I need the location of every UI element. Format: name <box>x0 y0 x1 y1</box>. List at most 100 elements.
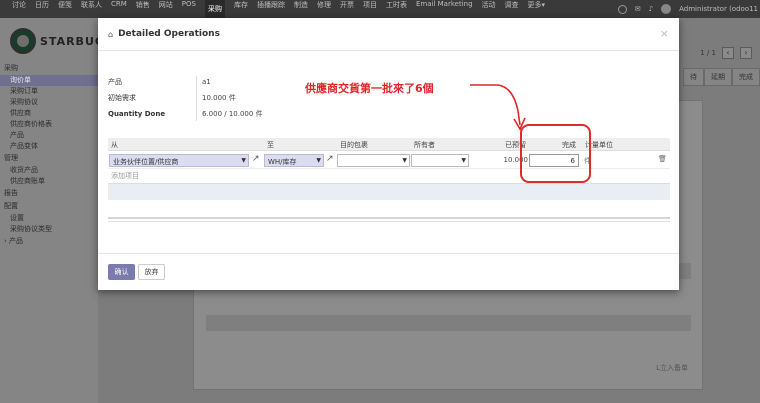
destination-package-select[interactable]: ▼ <box>337 154 410 167</box>
chevron-down-icon: ▼ <box>461 157 466 164</box>
chevron-down-icon: ▼ <box>316 157 321 164</box>
sidebar-item[interactable]: 供应商 <box>0 108 98 119</box>
table-empty-row <box>108 183 670 200</box>
annotation-text: 供應商交貨第一批來了6個 <box>305 82 434 95</box>
sheet-footer-text: L立入备单 <box>656 364 688 372</box>
product-value: a1 <box>202 78 211 86</box>
table-divider <box>108 221 670 222</box>
trash-icon[interactable]: 🗑 <box>658 155 667 163</box>
to-location-value: WH/库存 <box>268 158 297 166</box>
topnav-item[interactable]: 采购 <box>204 0 225 18</box>
sidebar-item[interactable]: 供应商价格表 <box>0 119 98 130</box>
sidebar-section-header: 采购 <box>4 64 18 72</box>
top-navbar: 讨论 日历 便笺 联系人 CRM 销售 网站 POS 采购 库存 插播跟踪 制造 修理 开票 项目 工时表 Em… <box>0 0 760 18</box>
topnav-item[interactable]: Email Marketing <box>416 0 473 18</box>
product-info-labels: 产品 初始需求 Quantity Done <box>108 76 168 124</box>
company-name: STARBUC <box>40 34 104 48</box>
sidebar-item[interactable]: 询价单 <box>0 75 98 86</box>
topnav-item[interactable]: 项目 <box>363 0 377 18</box>
topnav-item[interactable]: 制造 <box>294 0 308 18</box>
topnav-item[interactable]: 活动 <box>482 0 496 18</box>
info-initial-demand: 初始需求 <box>108 92 168 104</box>
annotation-arrow-icon <box>470 84 526 131</box>
topnav-item[interactable]: 库存 <box>234 0 248 18</box>
table-divider <box>108 217 670 219</box>
product-info-values: a1 10.000 件 6.000 / 10.000 件 <box>202 76 263 124</box>
confirm-button[interactable]: 确认 <box>108 264 135 280</box>
topnav-item[interactable]: 销售 <box>136 0 150 18</box>
starbucks-logo-icon <box>10 28 36 54</box>
sidebar-item[interactable]: 采购协议 <box>0 97 98 108</box>
sidebar-section-header: 配置 <box>4 202 18 210</box>
info-product: 产品 <box>108 76 168 88</box>
topnav-item[interactable]: 调查 <box>505 0 519 18</box>
sidebar-item[interactable]: 产品变体 <box>0 141 98 152</box>
quantity-done-value: 6.000 / 10.000 件 <box>202 110 263 118</box>
status-delayed[interactable]: 延期 <box>704 68 732 86</box>
detailed-operations-dialog: ⌂ Detailed Operations × 产品 初始需求 Quantity… <box>98 18 679 290</box>
topnav-item[interactable]: 联系人 <box>81 0 102 18</box>
top-right-systray: ✉ ♪ Administrator (odoo11 <box>617 0 760 18</box>
status-waiting[interactable]: 待 <box>683 68 704 86</box>
col-destination-package[interactable]: 目的包裹 <box>340 140 368 150</box>
sidebar-section-header: 报告 <box>4 189 18 197</box>
pager-prev-button[interactable]: ‹ <box>722 47 734 59</box>
info-divider <box>196 76 197 121</box>
dialog-title: Detailed Operations <box>118 29 220 39</box>
annotation-highlight-box <box>520 124 591 183</box>
clock-icon[interactable] <box>617 4 627 14</box>
home-icon: ⌂ <box>108 29 114 39</box>
topnav-item[interactable]: POS <box>182 0 196 18</box>
sidebar-item[interactable]: 采购协议类型 <box>0 224 98 235</box>
topnav-item[interactable]: 讨论 <box>12 0 26 18</box>
pager: 1 / 1 ‹ › <box>700 47 752 59</box>
info-label: Quantity Done <box>108 110 166 118</box>
top-nav-menu: 讨论 日历 便笺 联系人 CRM 销售 网站 POS 采购 库存 插播跟踪 制造 修理 开票 项目 工时表 Em… <box>12 0 545 18</box>
info-label: 初始需求 <box>108 94 136 102</box>
col-to[interactable]: 至 <box>267 140 274 150</box>
sidebar: STARBUC 采购询价单 采购订单 采购协议 供应商 供应商价格表 产品 产品变体管理收货… <box>0 18 103 403</box>
chat-icon[interactable]: ✉ <box>635 5 641 13</box>
col-owner[interactable]: 所有者 <box>414 140 435 150</box>
topnav-item[interactable]: 插播跟踪 <box>257 0 285 18</box>
from-location-value: 业务伙伴位置/供应商 <box>113 158 179 166</box>
bell-icon[interactable]: ♪ <box>649 5 653 13</box>
sidebar-item[interactable]: 供应商账单 <box>0 176 98 187</box>
info-quantity-done: Quantity Done <box>108 108 168 120</box>
sidebar-menu: 采购询价单 采购订单 采购协议 供应商 供应商价格表 产品 产品变体管理收货产品 供应商账单报… <box>0 62 98 248</box>
initial-demand-value: 10.000 件 <box>202 94 236 102</box>
topnav-item[interactable]: 网站 <box>159 0 173 18</box>
topnav-item[interactable]: 开票 <box>340 0 354 18</box>
sheet-row <box>206 315 691 331</box>
sidebar-item[interactable]: 收货产品 <box>0 165 98 176</box>
sidebar-item[interactable]: 采购订单 <box>0 86 98 97</box>
external-link-icon[interactable]: ↗ <box>326 154 337 165</box>
sidebar-section-header: 管理 <box>4 154 18 162</box>
topnav-item[interactable]: 工时表 <box>386 0 407 18</box>
external-link-icon[interactable]: ↗ <box>252 154 263 165</box>
dialog-header: ⌂ Detailed Operations <box>98 18 679 51</box>
pager-next-button[interactable]: › <box>740 47 752 59</box>
user-name[interactable]: Administrator (odoo11 <box>679 5 758 13</box>
pager-value: 1 / 1 <box>700 49 716 57</box>
col-from[interactable]: 从 <box>111 140 118 150</box>
to-location-select[interactable]: WH/库存 ▼ <box>264 154 324 167</box>
topnav-item[interactable]: 更多▾ <box>528 0 546 18</box>
topnav-item[interactable]: 修理 <box>317 0 331 18</box>
owner-select[interactable]: ▼ <box>411 154 469 167</box>
sidebar-section-header: › 产品 <box>4 237 24 245</box>
chevron-down-icon: ▼ <box>241 157 246 164</box>
status-bar: 待 延期 完成 <box>683 68 760 86</box>
avatar[interactable] <box>661 4 672 14</box>
sidebar-item[interactable]: 设置 <box>0 213 98 224</box>
topnav-item[interactable]: 日历 <box>35 0 49 18</box>
discard-button[interactable]: 放弃 <box>138 264 165 280</box>
close-icon[interactable]: × <box>660 27 669 40</box>
info-label: 产品 <box>108 78 122 86</box>
topnav-item[interactable]: 便笺 <box>58 0 72 18</box>
chevron-down-icon: ▼ <box>402 157 407 164</box>
from-location-select[interactable]: 业务伙伴位置/供应商 ▼ <box>109 154 249 167</box>
topnav-item[interactable]: CRM <box>111 0 127 18</box>
sidebar-item[interactable]: 产品 <box>0 130 98 141</box>
status-done[interactable]: 完成 <box>732 68 760 86</box>
